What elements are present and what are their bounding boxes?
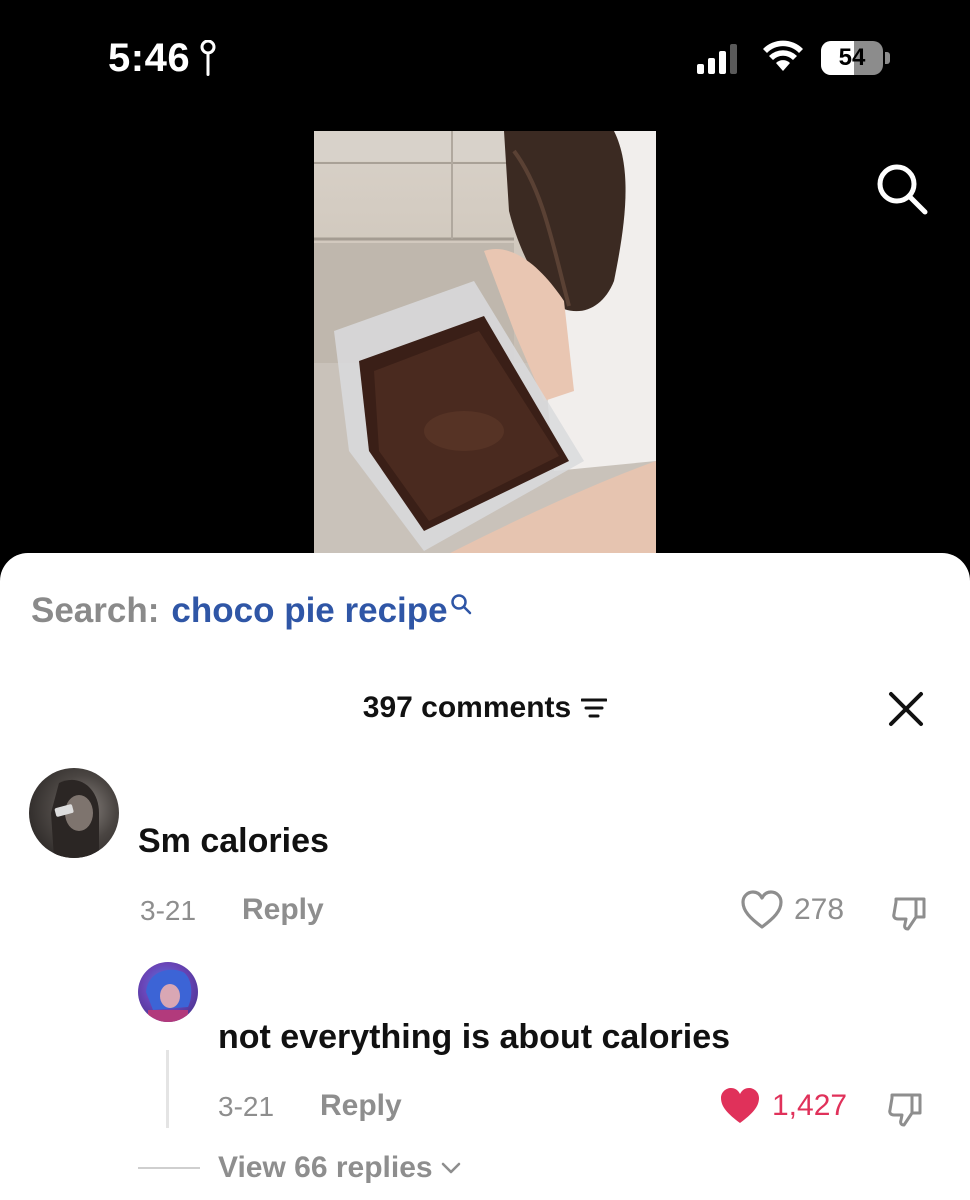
thumbs-down-icon[interactable] xyxy=(886,1089,926,1129)
avatar-image xyxy=(146,969,192,1022)
comment-text: Sm calories xyxy=(138,822,329,860)
avatar-image xyxy=(51,779,99,858)
thread-line xyxy=(166,1050,169,1128)
comment-date: 3-21 xyxy=(218,1091,275,1122)
view-replies-button[interactable]: View 66 replies xyxy=(218,1151,461,1185)
battery-indicator: 54 xyxy=(821,41,891,75)
search-suggestion[interactable]: Search: choco pie recipe xyxy=(31,591,472,631)
sort-icon[interactable] xyxy=(581,697,608,719)
comments-sheet: Search: choco pie recipe 397 comments Sm… xyxy=(0,553,970,1200)
like-button[interactable]: 278 xyxy=(740,889,844,931)
chevron-down-icon xyxy=(441,1162,460,1174)
battery-body: 54 xyxy=(821,41,883,75)
search-prefix: Search: xyxy=(31,591,160,630)
search-icon[interactable] xyxy=(873,160,929,216)
view-replies-label: View 66 replies xyxy=(218,1151,433,1184)
video-player[interactable] xyxy=(314,131,656,561)
location-pin-icon xyxy=(200,39,216,76)
heart-outline-icon xyxy=(741,890,783,929)
thumbs-down-icon[interactable] xyxy=(890,893,930,933)
comments-count: 397 comments xyxy=(362,691,572,724)
search-icon xyxy=(450,594,471,615)
status-bar: 5:46 54 xyxy=(0,0,970,110)
like-count: 278 xyxy=(794,893,845,926)
like-count: 1,427 xyxy=(772,1089,848,1122)
status-time: 5:46 xyxy=(108,36,216,81)
comments-header: 397 comments xyxy=(0,691,970,725)
battery-percent: 54 xyxy=(838,44,866,71)
wifi-icon xyxy=(763,40,803,71)
cellular-signal-icon xyxy=(697,44,737,74)
video-frame-image xyxy=(314,131,656,561)
comment-text: not everything is about calories xyxy=(218,1018,731,1056)
like-button[interactable]: 1,427 xyxy=(718,1085,847,1127)
heart-filled-icon xyxy=(721,1088,759,1123)
battery-cap xyxy=(885,52,890,64)
replies-divider xyxy=(138,1167,200,1169)
time-label: 5:46 xyxy=(108,36,191,80)
avatar[interactable] xyxy=(138,962,198,1022)
avatar[interactable] xyxy=(29,768,119,858)
reply-button[interactable]: Reply xyxy=(242,893,324,927)
close-icon[interactable] xyxy=(887,690,925,728)
comment-date: 3-21 xyxy=(140,895,197,926)
reply-button[interactable]: Reply xyxy=(320,1089,402,1123)
search-query-link[interactable]: choco pie recipe xyxy=(171,591,447,631)
